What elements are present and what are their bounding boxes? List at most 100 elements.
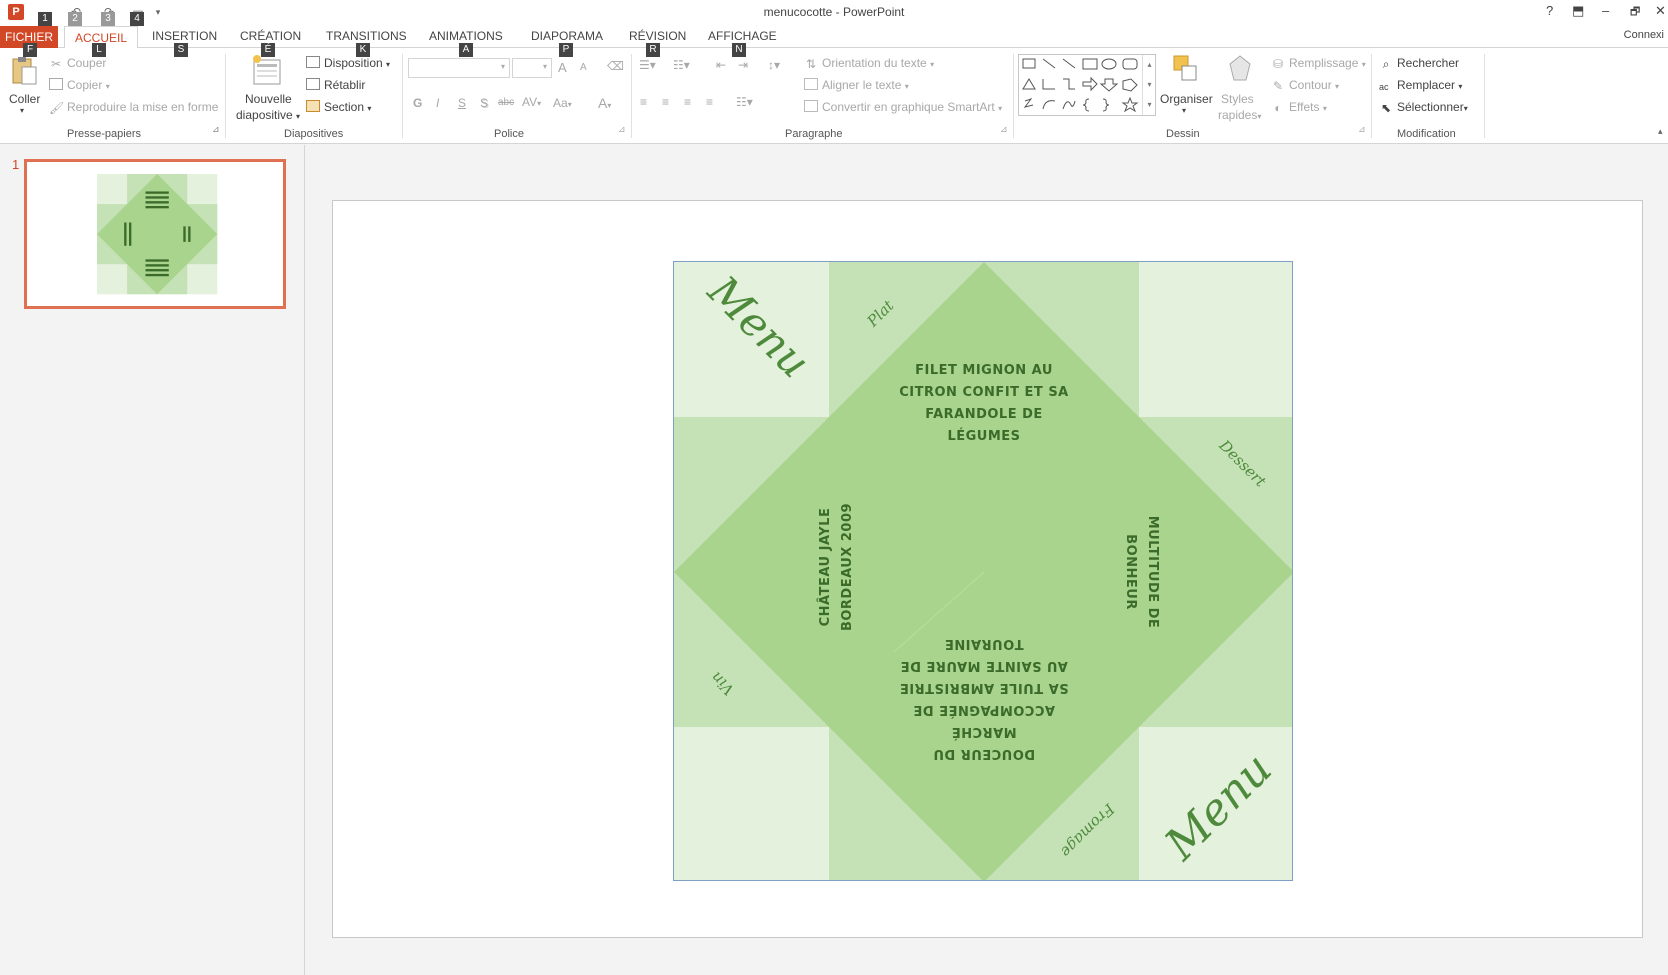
dialog-launcher-icon[interactable]: ⊿ [1358, 124, 1366, 135]
plat-line: CITRON CONFIT ET SA [899, 385, 1069, 400]
slide-canvas[interactable]: Menu Menu Plat Dessert Fromage Vin FILET… [332, 200, 1643, 938]
slide-thumbnail[interactable] [24, 159, 286, 309]
dialog-launcher-icon[interactable]: ⊿ [618, 124, 626, 135]
new-slide-button[interactable]: diapositive ▾ [236, 108, 300, 122]
close-icon[interactable]: ✕ [1655, 3, 1666, 19]
select-button[interactable]: ⬉ Sélectionner▾ [1379, 100, 1468, 115]
arrange-button[interactable]: Organiser [1160, 92, 1213, 106]
tab-creation[interactable]: CRÉATION [240, 29, 301, 43]
help-icon[interactable]: ? [1546, 3, 1553, 18]
keytip: 4 [130, 12, 144, 26]
change-case-button[interactable]: Aa▾ [553, 96, 572, 110]
keytip: É [261, 43, 275, 57]
align-text-button[interactable]: Aligner le texte ▾ [804, 78, 909, 92]
columns-icon[interactable]: ☷▾ [736, 95, 753, 109]
tab-revision[interactable]: RÉVISION [629, 29, 686, 43]
character-spacing-button[interactable]: AV▾ [522, 95, 541, 109]
pencil-icon: ✎ [1272, 79, 1284, 93]
shape-outline-button[interactable]: ✎ Contour ▾ [1271, 78, 1339, 93]
tab-insertion[interactable]: INSERTION [152, 29, 217, 43]
dialog-launcher-icon[interactable]: ⊿ [1000, 124, 1008, 135]
ribbon-display-icon[interactable]: ⬒ [1572, 3, 1584, 19]
chevron-down-icon[interactable]: ▾ [1182, 106, 1186, 115]
tab-transitions[interactable]: TRANSITIONS [326, 29, 407, 43]
line-spacing-icon[interactable]: ↕▾ [768, 58, 780, 72]
plat-line: LÉGUMES [947, 428, 1020, 444]
grow-font-icon[interactable]: A [558, 60, 567, 75]
group-label-dessin: Dessin [1166, 128, 1200, 140]
group-divider [225, 54, 226, 138]
keytip: P [559, 43, 573, 57]
paste-button[interactable]: Coller [9, 92, 40, 106]
bold-button[interactable]: G [413, 96, 422, 110]
tab-diaporama[interactable]: DIAPORAMA [531, 29, 603, 43]
paintbrush-icon: 🖌 [49, 101, 65, 115]
font-color-button[interactable]: A▾ [598, 95, 611, 111]
format-painter-button[interactable]: 🖌 Reproduire la mise en forme [49, 100, 218, 115]
cursor-icon: ⬉ [1380, 101, 1392, 115]
shape-effects-button[interactable]: ◐ Effets ▾ [1271, 100, 1326, 115]
replace-button[interactable]: ac Remplacer ▾ [1379, 78, 1462, 94]
increase-indent-icon[interactable]: ⇥ [738, 58, 748, 72]
dialog-launcher-icon[interactable]: ⊿ [212, 124, 220, 135]
slide-number: 1 [12, 157, 20, 172]
collapse-ribbon-icon[interactable]: ▴ [1658, 126, 1663, 137]
arrange-icon[interactable] [1172, 54, 1200, 84]
group-divider [1371, 54, 1372, 138]
layout-button[interactable]: Disposition ▾ [306, 56, 390, 70]
chevron-down-icon[interactable]: ▾ [20, 106, 24, 115]
dessert-line: MULTITUDE DE [1145, 516, 1160, 629]
align-right-icon[interactable]: ≡ [684, 95, 691, 109]
group-divider [402, 54, 403, 138]
quick-styles-icon[interactable] [1226, 54, 1254, 84]
sign-in-link[interactable]: Connexi [1624, 29, 1664, 41]
align-center-icon[interactable]: ≡ [662, 95, 669, 109]
cocotte-menu-graphic[interactable]: Menu Menu Plat Dessert Fromage Vin FILET… [673, 261, 1293, 881]
font-family-select[interactable]: ▾ [408, 58, 510, 78]
window-title: menucocotte - PowerPoint [763, 5, 905, 19]
group-label-diapositives: Diapositives [284, 128, 344, 140]
text-direction-button[interactable]: ⇅ Orientation du texte ▾ [804, 56, 934, 71]
underline-button[interactable]: S [458, 96, 466, 110]
smartart-icon [804, 100, 818, 112]
strikethrough-button[interactable]: abc [498, 97, 514, 108]
reset-button[interactable]: Rétablir [306, 78, 365, 92]
quick-styles-button[interactable]: rapides▾ [1218, 108, 1261, 122]
italic-button[interactable]: I [436, 96, 439, 110]
vin-line: BORDEAUX 2009 [840, 503, 855, 631]
tab-animations[interactable]: ANIMATIONS [429, 29, 503, 43]
binoculars-icon: ⌕ [1382, 57, 1390, 71]
numbering-icon[interactable]: ☷▾ [673, 58, 690, 72]
new-slide-label[interactable]: Nouvelle [245, 92, 292, 106]
plat-line: FILET MIGNON AU [915, 363, 1053, 378]
copy-icon [49, 78, 63, 90]
shrink-font-icon[interactable]: A [580, 62, 587, 73]
minimize-icon[interactable]: – [1602, 3, 1609, 18]
smartart-button[interactable]: Convertir en graphique SmartArt ▾ [804, 100, 1002, 114]
quick-styles-label[interactable]: Styles [1221, 92, 1254, 106]
dessert-line: BONHEUR [1123, 534, 1138, 610]
text-direction-icon: ⇅ [805, 57, 817, 71]
paste-icon[interactable] [10, 56, 38, 86]
cut-button[interactable]: ✂ Couper [49, 56, 106, 71]
group-label-presse-papiers: Presse-papiers [67, 128, 141, 140]
justify-icon[interactable]: ≡ [706, 95, 713, 109]
group-divider [1484, 54, 1485, 138]
section-button[interactable]: Section ▾ [306, 100, 371, 114]
restore-icon[interactable]: 🗗 [1630, 3, 1640, 22]
align-left-icon[interactable]: ≡ [640, 95, 647, 109]
group-label-police: Police [494, 128, 524, 140]
bullets-icon[interactable]: ☰▾ [639, 58, 656, 72]
font-size-select[interactable]: ▾ [512, 58, 552, 78]
new-slide-icon[interactable] [252, 54, 282, 86]
gallery-scroll[interactable]: ▴ ▾ ▾ [1142, 55, 1156, 115]
tab-affichage[interactable]: AFFICHAGE [708, 29, 777, 43]
shape-fill-button[interactable]: ⛁ Remplissage ▾ [1271, 56, 1366, 71]
find-button[interactable]: ⌕ Rechercher [1379, 56, 1459, 71]
clear-formatting-icon[interactable]: ⌫ [607, 59, 624, 73]
copy-button[interactable]: Copier ▾ [49, 78, 110, 92]
shadow-button[interactable]: S [480, 96, 488, 110]
plat-line: FARANDOLE DE [925, 407, 1043, 422]
decrease-indent-icon[interactable]: ⇤ [716, 58, 726, 72]
shapes-gallery[interactable]: ▴ ▾ ▾ [1018, 54, 1156, 116]
